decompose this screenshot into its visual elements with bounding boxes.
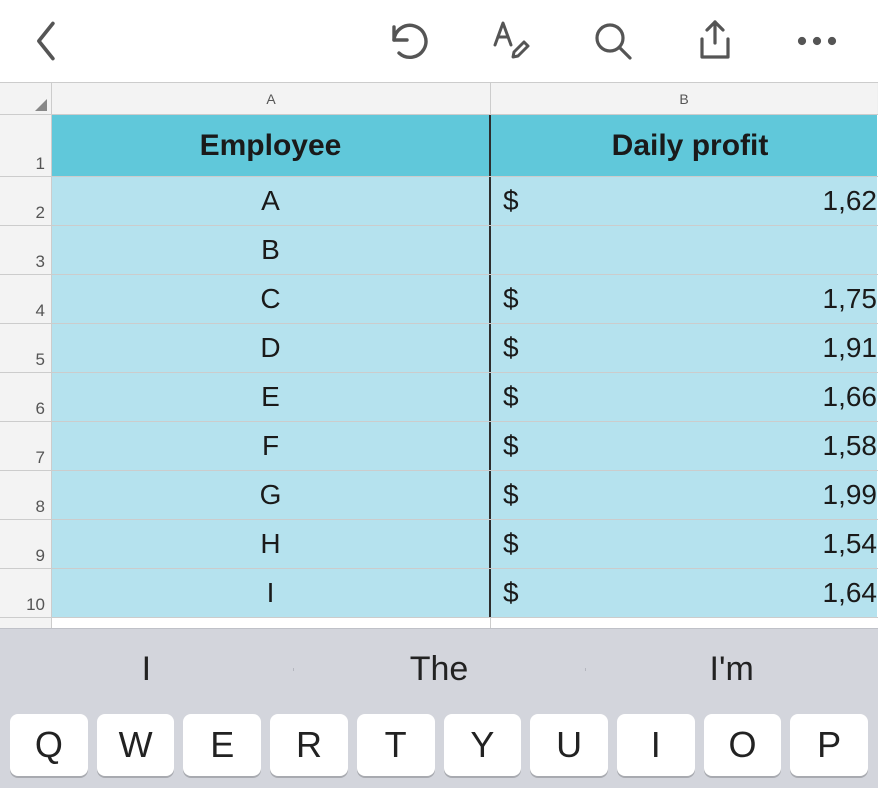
keyboard: I The I'm Q W E R T Y U I O P: [0, 628, 878, 788]
table-row: 7 F $1,58: [0, 422, 878, 471]
currency-symbol: $: [503, 528, 519, 560]
table-row: 4 C $1,75: [0, 275, 878, 324]
cell[interactable]: $1,99: [491, 471, 877, 519]
cell-value: 1,75: [823, 283, 878, 315]
row-header[interactable]: 9: [0, 520, 52, 568]
cell[interactable]: $1,58: [491, 422, 877, 470]
suggestion[interactable]: The: [293, 650, 586, 689]
currency-symbol: $: [503, 283, 519, 315]
key-u[interactable]: U: [530, 714, 608, 776]
suggestion[interactable]: I'm: [585, 650, 878, 689]
cell[interactable]: D: [52, 324, 491, 372]
column-header-a[interactable]: A: [52, 83, 491, 114]
table-row: 9 H $1,54: [0, 520, 878, 569]
currency-symbol: $: [503, 381, 519, 413]
table-row: 10 I $1,64: [0, 569, 878, 618]
row-header[interactable]: 4: [0, 275, 52, 323]
select-all-corner[interactable]: [0, 83, 52, 114]
cell-value: 1,64: [823, 577, 878, 609]
cell[interactable]: $1,54: [491, 520, 877, 568]
key-t[interactable]: T: [357, 714, 435, 776]
suggestion-row: I The I'm: [0, 629, 878, 709]
cell[interactable]: $1,62: [491, 177, 877, 225]
cell-value: 1,66: [823, 381, 878, 413]
cell-value: 1,91: [823, 332, 878, 364]
key-q[interactable]: Q: [10, 714, 88, 776]
cell-value: 1,54: [823, 528, 878, 560]
spreadsheet-grid: 1 Employee Daily profit 2 A $1,62 3 B 4 …: [0, 115, 878, 648]
row-header[interactable]: 10: [0, 569, 52, 617]
cell[interactable]: $1,64: [491, 569, 877, 617]
cell[interactable]: $1,91: [491, 324, 877, 372]
cell[interactable]: B: [52, 226, 491, 274]
back-icon[interactable]: [30, 20, 64, 62]
key-row: Q W E R T Y U I O P: [0, 709, 878, 789]
row-header[interactable]: 6: [0, 373, 52, 421]
cell-value: 1,99: [823, 479, 878, 511]
cell[interactable]: G: [52, 471, 491, 519]
key-y[interactable]: Y: [444, 714, 522, 776]
cell[interactable]: I: [52, 569, 491, 617]
suggestion[interactable]: I: [0, 650, 293, 689]
table-row: 3 B: [0, 226, 878, 275]
currency-symbol: $: [503, 185, 519, 217]
cell[interactable]: E: [52, 373, 491, 421]
table-row: 5 D $1,91: [0, 324, 878, 373]
cell[interactable]: Employee: [52, 115, 491, 176]
table-row: 2 A $1,62: [0, 177, 878, 226]
column-header-row: A B: [0, 82, 878, 115]
key-o[interactable]: O: [704, 714, 782, 776]
cell[interactable]: A: [52, 177, 491, 225]
currency-symbol: $: [503, 332, 519, 364]
key-r[interactable]: R: [270, 714, 348, 776]
cell[interactable]: Daily profit: [491, 115, 877, 176]
row-header[interactable]: 7: [0, 422, 52, 470]
toolbar: [0, 0, 878, 82]
row-header[interactable]: 3: [0, 226, 52, 274]
search-icon[interactable]: [592, 20, 634, 62]
row-header[interactable]: 5: [0, 324, 52, 372]
currency-symbol: $: [503, 577, 519, 609]
currency-symbol: $: [503, 479, 519, 511]
row-header[interactable]: 1: [0, 115, 52, 176]
column-header-b[interactable]: B: [491, 83, 877, 114]
more-icon[interactable]: [796, 35, 838, 47]
key-i[interactable]: I: [617, 714, 695, 776]
cell[interactable]: [491, 226, 877, 274]
cell[interactable]: C: [52, 275, 491, 323]
row-header[interactable]: 2: [0, 177, 52, 225]
table-row: 8 G $1,99: [0, 471, 878, 520]
key-w[interactable]: W: [97, 714, 175, 776]
cell-value: 1,58: [823, 430, 878, 462]
currency-symbol: $: [503, 430, 519, 462]
table-row: 1 Employee Daily profit: [0, 115, 878, 177]
cell[interactable]: F: [52, 422, 491, 470]
undo-icon[interactable]: [382, 18, 428, 64]
row-header[interactable]: 8: [0, 471, 52, 519]
cell[interactable]: $1,66: [491, 373, 877, 421]
cell[interactable]: $1,75: [491, 275, 877, 323]
key-p[interactable]: P: [790, 714, 868, 776]
key-e[interactable]: E: [183, 714, 261, 776]
share-icon[interactable]: [694, 19, 736, 63]
table-row: 6 E $1,66: [0, 373, 878, 422]
edit-text-icon[interactable]: [488, 19, 532, 63]
cell-value: 1,62: [823, 185, 878, 217]
cell[interactable]: H: [52, 520, 491, 568]
